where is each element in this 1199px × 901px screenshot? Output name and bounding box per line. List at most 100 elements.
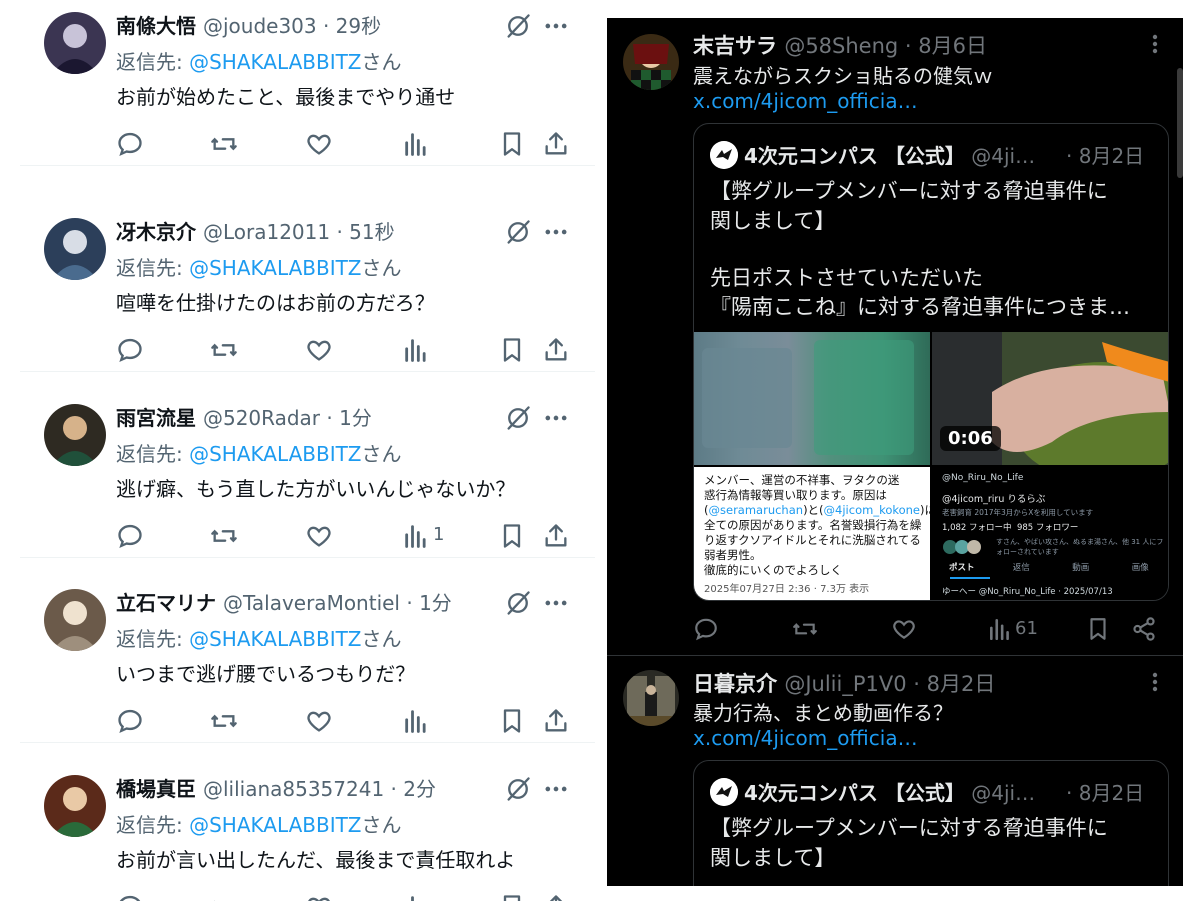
share-icon[interactable] xyxy=(542,130,570,158)
reply-tweet[interactable]: 冴木京介 @Lora12011 · 51秒 返信先: @SHAKALABBITZさ… xyxy=(20,186,595,372)
quote-line-2: 関しまして】 xyxy=(710,846,836,870)
reply-to-mention[interactable]: @SHAKALABBITZ xyxy=(189,442,361,466)
author-line[interactable]: 南條大悟 @joude303 · 29秒 xyxy=(116,10,381,39)
reply-to-mention[interactable]: @SHAKALABBITZ xyxy=(189,256,361,280)
bookmark-icon[interactable] xyxy=(498,130,526,158)
quoted-tweet[interactable]: 4次元コンパス 【公式】 @4ji… · 8月2日 【弊グループメンバーに対する… xyxy=(693,760,1169,886)
media-image-blurred[interactable] xyxy=(694,332,930,465)
avatar[interactable] xyxy=(44,12,106,74)
author-handle[interactable]: @520Radar · 1分 xyxy=(203,406,372,430)
reply-icon[interactable] xyxy=(116,522,144,550)
views-icon[interactable] xyxy=(402,522,430,550)
author-name[interactable]: 日暮京介 xyxy=(693,672,777,696)
media-video[interactable]: 0:06 xyxy=(932,332,1168,465)
like-icon[interactable] xyxy=(305,522,333,550)
grok-icon[interactable] xyxy=(504,218,532,246)
grok-icon[interactable] xyxy=(504,589,532,617)
reply-icon[interactable] xyxy=(116,336,144,364)
repost-icon[interactable] xyxy=(792,616,818,642)
share-icon[interactable] xyxy=(542,707,570,735)
author-line[interactable]: 雨宮流星 @520Radar · 1分 xyxy=(116,402,372,431)
avatar[interactable] xyxy=(44,218,106,280)
author-line[interactable]: 日暮京介 @Julii_P1V0 · 8月2日 xyxy=(693,668,995,698)
views-icon[interactable] xyxy=(987,616,1013,642)
like-icon[interactable] xyxy=(305,336,333,364)
author-name[interactable]: 立石マリナ xyxy=(116,591,216,615)
more-icon[interactable] xyxy=(542,12,570,40)
scrollbar[interactable] xyxy=(1177,68,1183,178)
reply-tweet[interactable]: 立石マリナ @TalaveraMontiel · 1分 返信先: @SHAKALA… xyxy=(20,557,595,743)
repost-icon[interactable] xyxy=(210,893,238,901)
author-handle[interactable]: @TalaveraMontiel · 1分 xyxy=(223,591,452,615)
quote-author-name: 4次元コンパス 【公式】 xyxy=(744,144,965,168)
views-icon[interactable] xyxy=(402,130,430,158)
avatar[interactable] xyxy=(623,34,679,90)
repost-icon[interactable] xyxy=(210,707,238,735)
author-name[interactable]: 冴木京介 xyxy=(116,220,196,244)
more-icon[interactable] xyxy=(542,218,570,246)
reply-icon[interactable] xyxy=(116,707,144,735)
like-icon[interactable] xyxy=(891,616,917,642)
reply-to-suffix: さん xyxy=(361,442,402,466)
views-icon[interactable] xyxy=(402,707,430,735)
repost-icon[interactable] xyxy=(210,130,238,158)
author-name[interactable]: 南條大悟 xyxy=(116,14,196,38)
views-icon[interactable] xyxy=(402,893,430,901)
grok-icon[interactable] xyxy=(504,12,532,40)
author-line[interactable]: 橋場真臣 @liliana85357241 · 2分 xyxy=(116,773,436,802)
more-icon[interactable] xyxy=(542,775,570,803)
repost-icon[interactable] xyxy=(210,336,238,364)
reply-icon[interactable] xyxy=(693,616,719,642)
reply-to-mention[interactable]: @SHAKALABBITZ xyxy=(189,813,361,837)
views-icon[interactable] xyxy=(402,336,430,364)
reply-tweet[interactable]: 南條大悟 @joude303 · 29秒 返信先: @SHAKALABBITZさん… xyxy=(20,0,595,166)
reply-tweet[interactable]: 雨宮流星 @520Radar · 1分 返信先: @SHAKALABBITZさん逃… xyxy=(20,372,595,558)
author-handle[interactable]: @Julii_P1V0 · 8月2日 xyxy=(784,672,995,696)
author-handle[interactable]: @58Sheng · 8月6日 xyxy=(784,34,987,58)
bookmark-icon[interactable] xyxy=(1085,616,1111,642)
like-icon[interactable] xyxy=(305,893,333,901)
reply-icon[interactable] xyxy=(116,130,144,158)
grok-icon[interactable] xyxy=(504,404,532,432)
bookmark-icon[interactable] xyxy=(498,336,526,364)
tweet-link[interactable]: x.com/4jicom_officia… xyxy=(693,89,918,113)
author-line[interactable]: 立石マリナ @TalaveraMontiel · 1分 xyxy=(116,587,452,616)
more-icon[interactable] xyxy=(1145,668,1165,696)
media-screenshot-profile[interactable]: @No_Riru_No_Life @4jicom_riru りるらぶ 老害飼育 … xyxy=(932,467,1168,600)
author-handle[interactable]: @Lora12011 · 51秒 xyxy=(203,220,395,244)
repost-icon[interactable] xyxy=(210,522,238,550)
media-screenshot-text[interactable]: メンバー、運営の不祥事、ヲタクの迷 惑行為情報等買い取ります。原因は (@ser… xyxy=(694,467,930,600)
like-icon[interactable] xyxy=(305,707,333,735)
author-line[interactable]: 末吉サラ @58Sheng · 8月6日 xyxy=(693,30,987,60)
avatar[interactable] xyxy=(44,404,106,466)
author-line[interactable]: 冴木京介 @Lora12011 · 51秒 xyxy=(116,216,395,245)
author-handle[interactable]: @joude303 · 29秒 xyxy=(203,14,381,38)
reply-to: 返信先: @SHAKALABBITZさん xyxy=(116,252,402,281)
quoted-tweet[interactable]: 4次元コンパス 【公式】 @4ji… · 8月2日 【弊グループメンバーに対する… xyxy=(693,123,1169,601)
share-icon[interactable] xyxy=(542,336,570,364)
reply-to-mention[interactable]: @SHAKALABBITZ xyxy=(189,627,361,651)
bookmark-icon[interactable] xyxy=(498,893,526,901)
reply-icon[interactable] xyxy=(116,893,144,901)
bookmark-icon[interactable] xyxy=(498,522,526,550)
author-name[interactable]: 雨宮流星 xyxy=(116,406,196,430)
reply-to-mention[interactable]: @SHAKALABBITZ xyxy=(189,50,361,74)
ss2-followed-by: すさん、やばい攻さん、ぬるま湯さん、他 31 人にフォローされています xyxy=(996,538,1164,556)
author-name[interactable]: 橋場真臣 xyxy=(116,777,196,801)
more-icon[interactable] xyxy=(542,404,570,432)
author-handle[interactable]: @liliana85357241 · 2分 xyxy=(203,777,436,801)
avatar[interactable] xyxy=(44,775,106,837)
share-icon[interactable] xyxy=(542,522,570,550)
grok-icon[interactable] xyxy=(504,775,532,803)
tweet-link[interactable]: x.com/4jicom_officia… xyxy=(693,726,918,750)
more-icon[interactable] xyxy=(542,589,570,617)
share-icon[interactable] xyxy=(542,893,570,901)
author-name[interactable]: 末吉サラ xyxy=(693,34,777,58)
more-icon[interactable] xyxy=(1145,30,1165,58)
like-icon[interactable] xyxy=(305,130,333,158)
avatar[interactable] xyxy=(623,670,679,726)
share-icon[interactable] xyxy=(1131,616,1157,642)
avatar[interactable] xyxy=(44,589,106,651)
bookmark-icon[interactable] xyxy=(498,707,526,735)
reply-tweet[interactable]: 橋場真臣 @liliana85357241 · 2分 返信先: @SHAKALAB… xyxy=(20,743,595,901)
